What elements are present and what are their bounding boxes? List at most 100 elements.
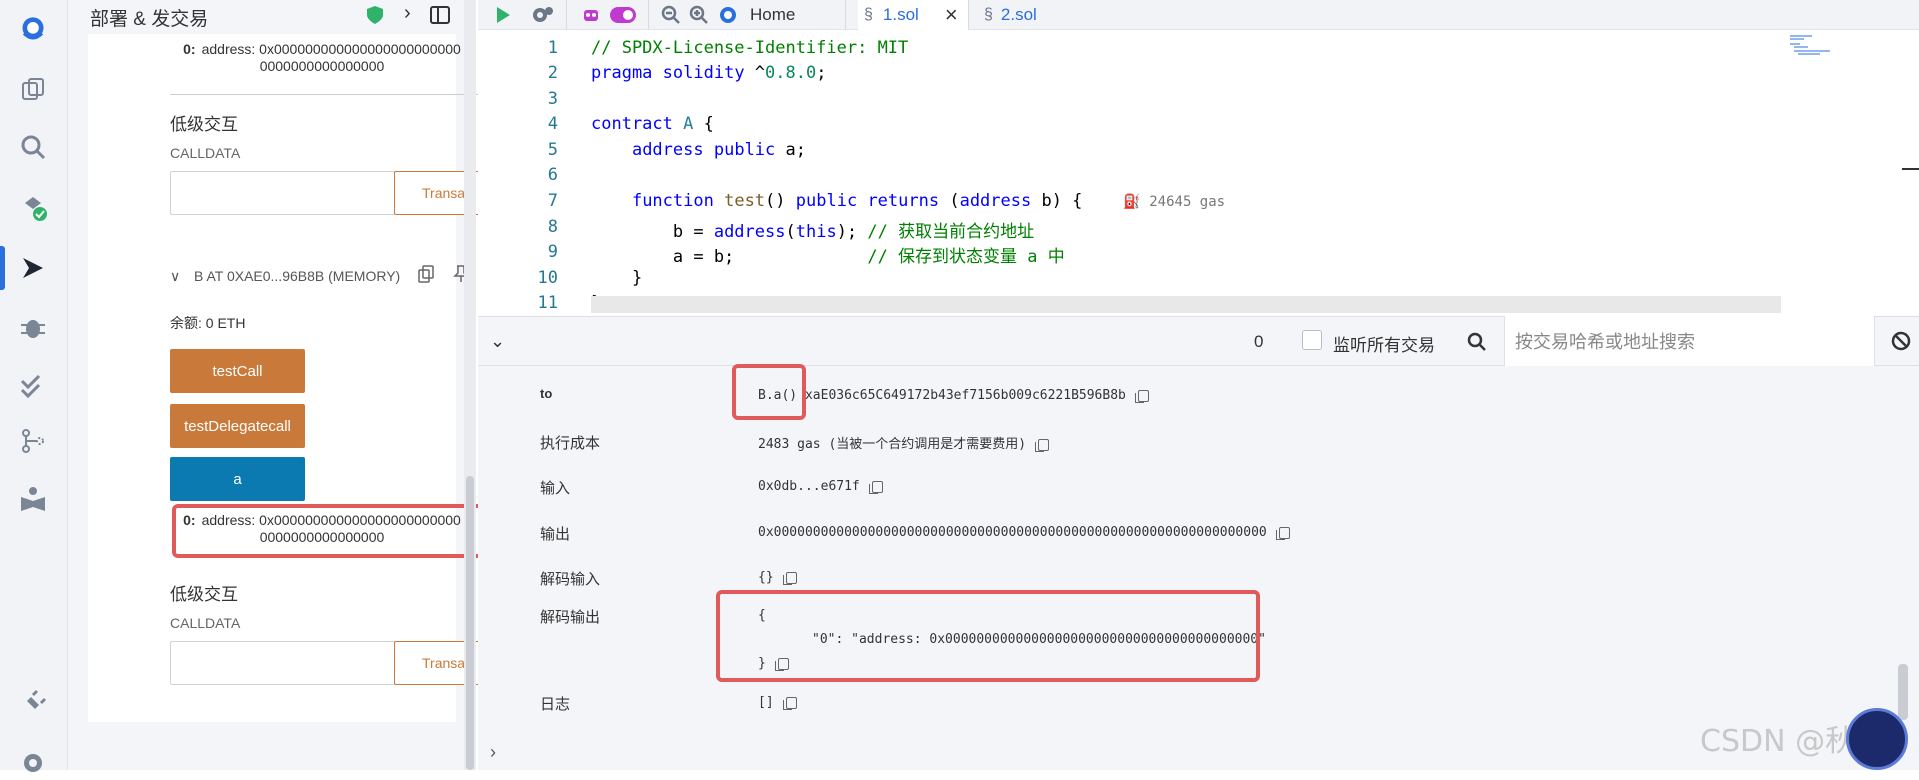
clear-terminal-icon[interactable]: [1890, 330, 1912, 357]
top-output: 0: address: 0x000000000000000000000000 00…: [172, 41, 472, 75]
tx-val-decoded-input: {}: [758, 570, 797, 585]
line-number: 8: [547, 217, 558, 237]
tx-val-cost: 2483 gas (当被一个合约调用是才需要费用): [758, 433, 1050, 452]
line-number: 4: [547, 114, 558, 134]
side-panel: 部署 & 发交易 › 0: address: 0x0000000000000000…: [68, 0, 504, 770]
panel-scroll-thumb[interactable]: [466, 476, 474, 770]
settings-icon[interactable]: [16, 746, 50, 780]
panel-toggle-icon[interactable]: [430, 6, 450, 29]
testing-icon[interactable]: [16, 368, 50, 402]
terminal-search-input[interactable]: 按交易哈希或地址搜索: [1504, 316, 1875, 366]
solidity-icon: §: [864, 6, 873, 23]
close-tab-icon[interactable]: ×: [945, 2, 958, 28]
output-line2: 0000000000000000: [259, 58, 385, 74]
copy-icon[interactable]: [418, 265, 434, 288]
search-icon[interactable]: [1467, 332, 1487, 357]
shield-icon[interactable]: [366, 5, 384, 30]
debugger-icon[interactable]: [16, 310, 50, 344]
code-line: address public a;: [631, 140, 806, 160]
zoom-in-icon[interactable]: [686, 2, 712, 28]
tab-separator: [648, 0, 649, 30]
plugin-manager-icon[interactable]: [16, 686, 50, 720]
testcall-button[interactable]: testCall: [170, 349, 305, 393]
copy-icon[interactable]: [1134, 389, 1149, 403]
collapse-terminal-icon[interactable]: ⌄: [490, 331, 505, 352]
search-icon[interactable]: [16, 130, 50, 164]
line-number: 5: [547, 140, 558, 160]
listen-all-label: 监听所有交易: [1333, 336, 1435, 355]
copy-icon[interactable]: [868, 480, 883, 494]
editor-hscrollbar[interactable]: [591, 296, 1781, 313]
copy-icon[interactable]: [782, 571, 797, 585]
output-value: 0x00000000000000000000000000000000000000…: [758, 525, 1267, 540]
tx-key-decoded-output: 解码输出: [540, 609, 601, 626]
git-icon[interactable]: [16, 424, 50, 458]
panel-header: 部署 & 发交易 ›: [68, 0, 468, 32]
avatar[interactable]: [1846, 708, 1908, 770]
tx-val-to: B.a() xaE036c65C649172b43ef7156b009c6221…: [758, 388, 1149, 403]
divider: [170, 94, 490, 95]
run-icon[interactable]: [490, 2, 516, 28]
balance-text: 余额: 0 ETH: [170, 315, 246, 331]
tx-key-input: 输入: [540, 480, 571, 497]
cost-value: 2483 gas (当被一个合约调用是才需要费用): [758, 437, 1027, 452]
low-level-title: 低级交互: [170, 115, 238, 134]
calldata-input[interactable]: [170, 171, 395, 215]
terminal-scroll-thumb[interactable]: [1898, 664, 1908, 720]
compiler-icon[interactable]: [16, 190, 50, 224]
tab-file2[interactable]: § 2.sol: [978, 0, 1058, 30]
low-level-title: 低级交互: [170, 585, 238, 604]
output-index: 0:: [183, 41, 196, 57]
solidity-icon: §: [984, 6, 993, 23]
zoom-out-icon[interactable]: [658, 2, 684, 28]
tab-separator: [566, 0, 567, 30]
tab-separator: [968, 0, 969, 30]
tab-file1-label: 1.sol: [882, 5, 919, 24]
terminal-output: [478, 366, 1919, 770]
remix-home-icon: [720, 7, 736, 23]
tab-file2-label: 2.sol: [1000, 5, 1037, 24]
minimap[interactable]: [1790, 34, 1850, 58]
tx-key-cost: 执行成本: [540, 435, 601, 452]
line-number: 1: [547, 38, 558, 58]
deploy-run-icon[interactable]: [16, 251, 50, 285]
copy-icon[interactable]: [1275, 526, 1290, 540]
gear-icon[interactable]: [530, 2, 556, 28]
tx-val-output: 0x00000000000000000000000000000000000000…: [758, 525, 1290, 540]
calldata-label: CALLDATA: [170, 145, 241, 161]
ai-toggle[interactable]: [608, 2, 638, 28]
learneth-icon[interactable]: [16, 482, 50, 516]
listen-all-checkbox[interactable]: [1302, 330, 1322, 350]
instance-label[interactable]: B AT 0XAE0...96B8B (MEMORY): [194, 268, 400, 284]
calldata-input[interactable]: [170, 641, 395, 685]
code-line: pragma solidity ^0.8.0;: [591, 63, 827, 83]
tab-home[interactable]: Home: [718, 0, 822, 30]
calldata-label: CALLDATA: [170, 615, 241, 631]
tab-file1[interactable]: § 1.sol ×: [858, 0, 968, 30]
code-line: a = b; // 保存到状态变量 a 中: [591, 247, 1065, 267]
terminal-prompt-icon[interactable]: ›: [490, 742, 496, 763]
copy-icon[interactable]: [1035, 438, 1050, 452]
tab-home-label: Home: [750, 5, 796, 24]
line-number: 3: [547, 89, 558, 109]
decoded-input-value: {}: [758, 570, 774, 585]
a-button[interactable]: a: [170, 457, 305, 501]
ai-robot-icon[interactable]: [578, 2, 604, 28]
tx-key-logs: 日志: [540, 696, 571, 713]
remix-logo-icon[interactable]: [6, 6, 60, 52]
code-line: b = address(this); // 获取当前合约地址: [591, 222, 1035, 242]
chevron-down-icon[interactable]: ∨: [170, 268, 180, 285]
code-line: // SPDX-License-Identifier: MIT: [591, 38, 909, 58]
highlight-box: [732, 364, 806, 420]
file-explorer-icon[interactable]: [16, 72, 50, 106]
tab-bar: Home § 1.sol × § 2.sol: [478, 0, 1919, 30]
chevron-right-icon[interactable]: ›: [404, 2, 411, 25]
code-line: contract A {: [591, 114, 714, 134]
code-line: }: [591, 268, 643, 288]
copy-icon[interactable]: [782, 696, 797, 710]
testdelegatecall-button[interactable]: testDelegatecall: [170, 404, 305, 448]
tx-val-input: 0x0db...e671f: [758, 479, 883, 494]
input-value: 0x0db...e671f: [758, 479, 860, 494]
line-number: 7: [547, 191, 558, 211]
editor-scroll-marker: [1902, 168, 1919, 170]
